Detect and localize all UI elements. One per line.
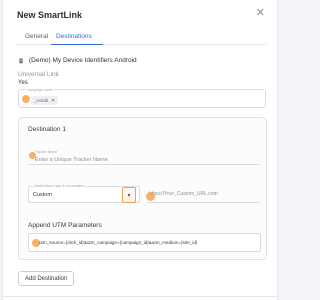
chip-remove-icon[interactable]: ✕	[51, 98, 55, 104]
dialog-title: New SmartLink	[17, 10, 83, 20]
campaign-name-field[interactable]: Campaign name _install ✕	[18, 88, 266, 108]
destination-type-value: Custom	[33, 192, 52, 198]
app-name: (Demo) My Device Identifiers Android	[29, 57, 137, 64]
utm-parameters-value: utm_source={click_id}&utm_campaign={camp…	[39, 240, 198, 245]
tab-destinations[interactable]: Destinations	[56, 33, 92, 40]
divider	[3, 296, 277, 297]
universal-link-label: Universal Link	[18, 71, 59, 78]
highlight-marker	[22, 95, 30, 103]
utm-label: Append UTM Parameters	[28, 222, 102, 229]
active-tab-indicator	[51, 43, 103, 45]
app-row: (Demo) My Device Identifiers Android	[18, 57, 137, 64]
universal-link-value: Yes	[18, 80, 28, 86]
tracker-name-label: Tracker Name	[35, 150, 58, 154]
highlight-marker	[146, 192, 155, 201]
close-icon[interactable]: ✕	[256, 7, 265, 19]
campaign-name-label: Campaign name	[26, 88, 54, 92]
utm-parameters-input[interactable]: utm_source={click_id}&utm_campaign={camp…	[28, 233, 261, 252]
new-smartlink-dialog: New SmartLink ✕ General Destinations (De…	[2, 0, 278, 300]
dropdown-arrow-icon[interactable]: ▾	[122, 187, 136, 203]
campaign-chip: _install ✕	[31, 96, 59, 105]
highlight-marker	[29, 152, 36, 159]
destination-title: Destination 1	[28, 126, 66, 133]
custom-url-placeholder: https://Your_Custom_URL.com	[149, 191, 218, 197]
tracker-name-input[interactable]: Tracker Name Enter a Unique Tracker Name	[28, 148, 260, 165]
android-icon	[19, 57, 23, 63]
custom-url-input[interactable]: https://Your_Custom_URL.com	[147, 186, 260, 203]
destination-type-label: Destination if app is not installed	[33, 184, 86, 188]
tab-general[interactable]: General	[25, 33, 48, 40]
destination-card: Destination 1 Tracker Name Enter a Uniqu…	[18, 117, 267, 260]
tracker-name-placeholder: Enter a Unique Tracker Name	[35, 157, 108, 163]
tab-bar: General Destinations	[17, 31, 267, 45]
campaign-chip-text: _install	[34, 98, 49, 103]
add-destination-button[interactable]: Add Destination	[18, 271, 75, 286]
